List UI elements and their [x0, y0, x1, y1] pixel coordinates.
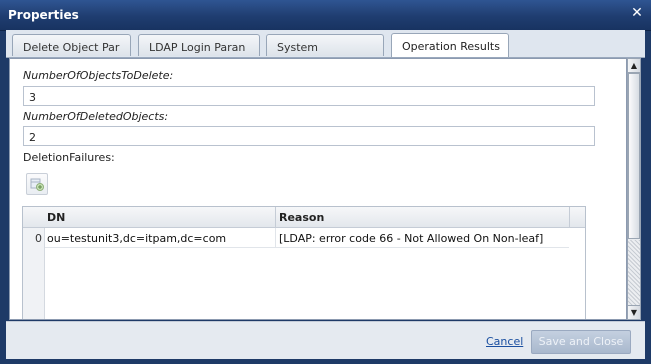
column-divider [569, 207, 570, 227]
column-header-dn[interactable]: DN [47, 211, 65, 224]
row-divider [45, 247, 569, 248]
deleted-objects-field[interactable]: 2 [23, 126, 595, 146]
tab-strip: Delete Object Par LDAP Login Paran Syste… [6, 30, 645, 58]
row-index: 0 [35, 232, 42, 245]
cell-reason[interactable]: [LDAP: error code 66 - Not Allowed On No… [279, 232, 543, 245]
tab-ldap-login-parameters[interactable]: LDAP Login Paran [138, 34, 260, 56]
vertical-scrollbar[interactable]: ▲ ▼ [627, 58, 641, 320]
title-bar: Properties ✕ [0, 0, 651, 31]
scroll-down-icon[interactable]: ▼ [628, 305, 640, 319]
scroll-up-icon[interactable]: ▲ [628, 59, 640, 73]
add-row-button[interactable] [26, 173, 48, 195]
properties-dialog: Properties ✕ Delete Object Par LDAP Logi… [0, 0, 651, 364]
column-header-reason[interactable]: Reason [279, 211, 324, 224]
column-divider [275, 207, 276, 227]
deletion-failures-label: DeletionFailures: [23, 151, 115, 164]
dialog-title: Properties [8, 8, 79, 22]
dialog-footer: Cancel Save and Close [6, 321, 645, 359]
cell-dn[interactable]: ou=testunit3,dc=itpam,dc=com [47, 232, 226, 245]
cancel-link[interactable]: Cancel [486, 335, 523, 348]
table-header: DN Reason [23, 207, 585, 228]
objects-to-delete-field[interactable]: 3 [23, 86, 595, 106]
deleted-objects-label: NumberOfDeletedObjects: [23, 110, 169, 123]
save-and-close-button[interactable]: Save and Close [531, 330, 631, 354]
tab-system[interactable]: System [266, 34, 384, 56]
scrollbar-thumb[interactable] [628, 73, 640, 239]
add-row-icon [30, 178, 44, 191]
tab-operation-results[interactable]: Operation Results [391, 33, 509, 57]
cell-divider [275, 228, 276, 248]
scrollbar-track[interactable] [628, 240, 640, 306]
objects-to-delete-label: NumberOfObjectsToDelete: [23, 69, 174, 82]
operation-results-panel: NumberOfObjectsToDelete: 3 NumberOfDelet… [9, 58, 627, 320]
table-row[interactable]: 0 ou=testunit3,dc=itpam,dc=com [LDAP: er… [23, 228, 585, 248]
close-icon[interactable]: ✕ [630, 6, 644, 20]
tab-delete-object-parameters[interactable]: Delete Object Par [12, 34, 131, 56]
deletion-failures-table: DN Reason 0 ou=testunit3,dc=itpam,dc=com… [22, 206, 586, 319]
